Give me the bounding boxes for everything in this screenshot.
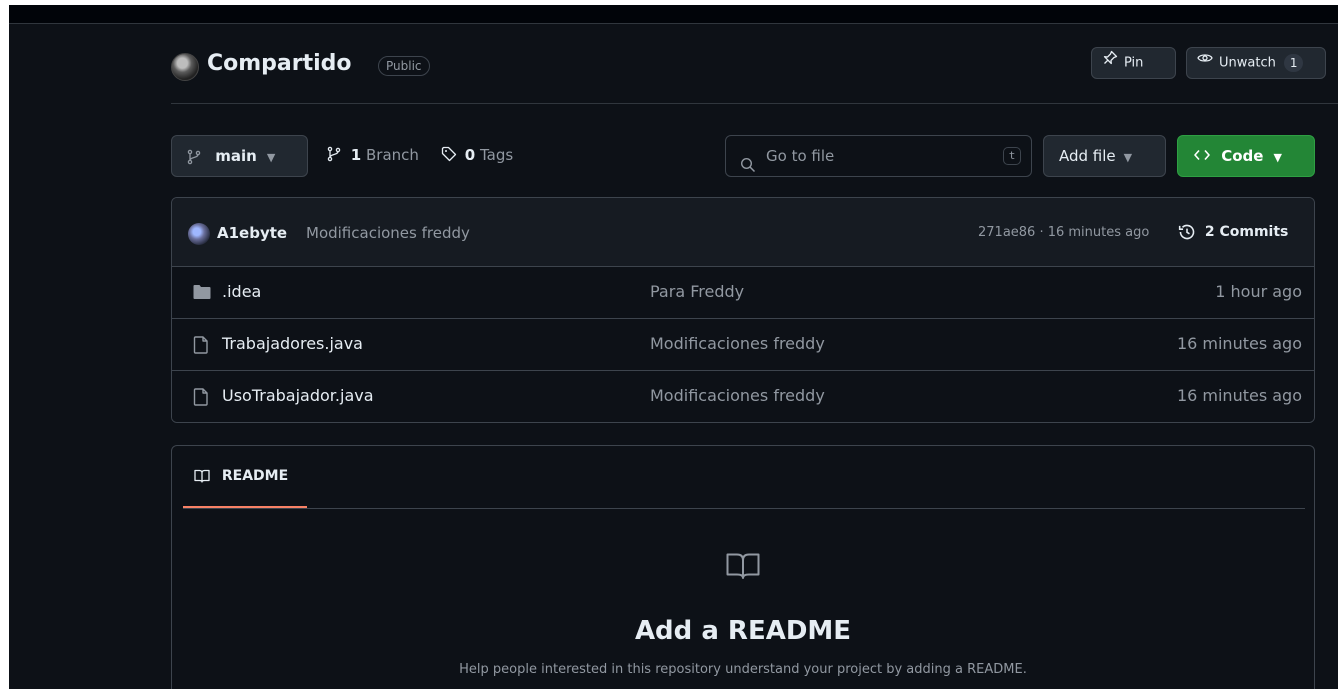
latest-commit-row: A1ebyte Modificaciones freddy 271ae86 · … <box>172 198 1314 267</box>
readme-panel: README Add a README Help people interest… <box>171 445 1315 689</box>
repo-page: Compartido Public Pin Unwatch 1 main ▼ 1 B… <box>9 5 1338 689</box>
readme-tab-label: README <box>221 468 289 484</box>
file-table: A1ebyte Modificaciones freddy 271ae86 · … <box>171 197 1315 423</box>
branch-icon <box>326 146 351 164</box>
branch-icon <box>186 147 215 165</box>
add-file-button[interactable]: Add file ▼ <box>1043 135 1166 177</box>
code-label: Code <box>1221 147 1264 165</box>
file-commit-message[interactable]: Para Freddy <box>650 282 744 301</box>
commits-link[interactable]: 2 Commits <box>1178 223 1288 241</box>
pin-label: Pin <box>1124 55 1144 71</box>
file-row[interactable]: Trabajadores.java Modificaciones freddy … <box>172 319 1314 371</box>
branch-select-button[interactable]: main ▼ <box>171 135 308 177</box>
go-to-file-placeholder: Go to file <box>766 147 835 165</box>
file-name[interactable]: UsoTrabajador.java <box>222 386 374 405</box>
chevron-down-icon: ▼ <box>266 151 276 164</box>
visibility-badge: Public <box>378 56 430 76</box>
watch-count: 1 <box>1283 54 1304 72</box>
branches-count: 1 <box>350 146 362 164</box>
owner-avatar[interactable] <box>171 53 199 81</box>
top-nav-strip <box>9 5 1338 24</box>
search-icon <box>740 148 756 188</box>
history-icon <box>1178 224 1205 240</box>
file-row[interactable]: .idea Para Freddy 1 hour ago <box>172 267 1314 319</box>
header-divider <box>171 103 1338 104</box>
commit-hash-time[interactable]: 271ae86 · 16 minutes ago <box>978 225 1149 240</box>
unwatch-label: Unwatch <box>1219 55 1276 71</box>
left-gutter <box>0 0 9 689</box>
file-row[interactable]: UsoTrabajador.java Modificaciones freddy… <box>172 371 1314 422</box>
tag-icon <box>441 146 465 164</box>
file-commit-time: 1 hour ago <box>1215 282 1302 301</box>
add-readme-title: Add a README <box>634 616 852 646</box>
add-readme-help-text: Help people interested in this repositor… <box>459 662 1027 677</box>
book-icon <box>194 468 222 484</box>
readme-tab[interactable]: README <box>194 468 288 484</box>
file-name[interactable]: Trabajadores.java <box>222 334 363 353</box>
eye-icon <box>1197 48 1213 78</box>
branches-link[interactable]: 1 Branch <box>326 146 419 164</box>
chevron-down-icon: ▼ <box>1123 151 1133 164</box>
pin-icon <box>1102 48 1118 78</box>
pin-button[interactable]: Pin <box>1091 47 1176 79</box>
file-icon <box>193 388 209 410</box>
author-avatar[interactable] <box>188 223 210 245</box>
file-commit-time: 16 minutes ago <box>1176 386 1302 405</box>
unwatch-button[interactable]: Unwatch 1 <box>1186 47 1326 79</box>
repo-header: Compartido Public Pin Unwatch 1 <box>171 47 1338 87</box>
tags-count: 0 <box>464 146 476 164</box>
shortcut-key: t <box>1003 147 1021 165</box>
code-icon <box>1194 147 1221 165</box>
branch-name: main <box>215 147 257 165</box>
go-to-file-input[interactable]: Go to file t <box>725 135 1032 177</box>
repo-name[interactable]: Compartido <box>207 51 352 76</box>
commit-author[interactable]: A1ebyte <box>217 224 287 242</box>
book-icon <box>726 552 760 584</box>
repo-toolbar: main ▼ 1 Branch 0 Tags Go to file t Add f… <box>171 135 1321 177</box>
commit-message[interactable]: Modificaciones freddy <box>306 224 470 242</box>
file-icon <box>193 336 209 358</box>
file-commit-message[interactable]: Modificaciones freddy <box>650 334 825 353</box>
branches-label: Branch <box>366 146 419 164</box>
add-file-label: Add file <box>1059 147 1116 165</box>
tags-label: Tags <box>480 146 514 164</box>
file-commit-message[interactable]: Modificaciones freddy <box>650 386 825 405</box>
file-commit-time: 16 minutes ago <box>1176 334 1302 353</box>
commits-label: 2 Commits <box>1204 224 1289 240</box>
code-button[interactable]: Code ▼ <box>1177 135 1315 177</box>
chevron-down-icon: ▼ <box>1273 151 1282 164</box>
tags-link[interactable]: 0 Tags <box>441 146 513 164</box>
folder-icon <box>193 284 211 304</box>
readme-divider <box>183 508 1305 509</box>
file-name[interactable]: .idea <box>222 282 261 301</box>
